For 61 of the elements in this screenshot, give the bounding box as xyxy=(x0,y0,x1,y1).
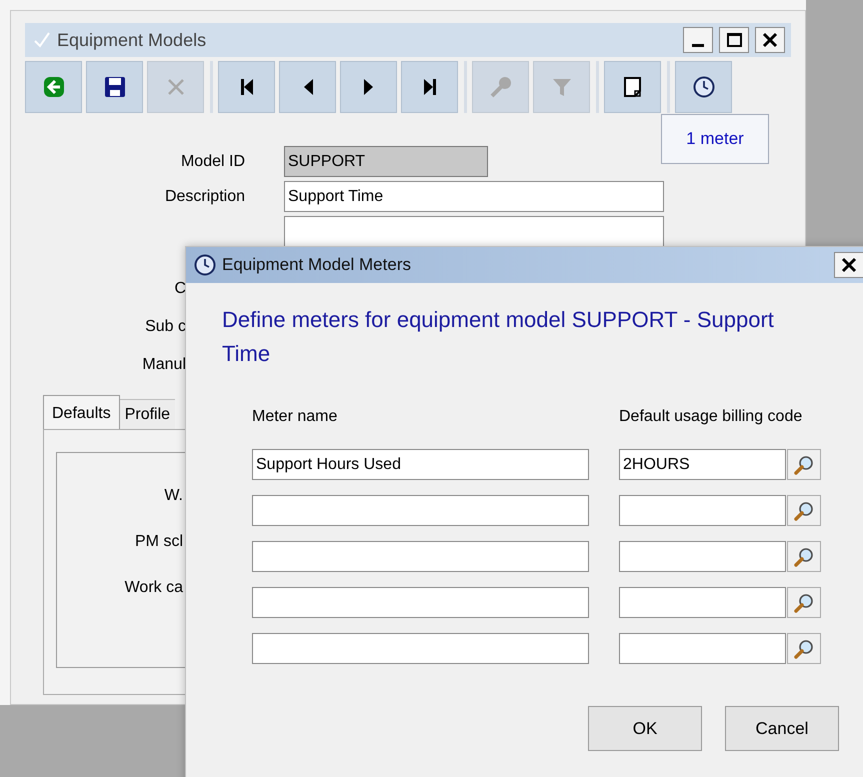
meter-name-field[interactable] xyxy=(252,495,589,526)
lookup-button[interactable] xyxy=(787,633,821,664)
triangle-right-icon xyxy=(362,77,376,97)
toolbar-button[interactable] xyxy=(218,61,275,113)
toolbar-button[interactable] xyxy=(340,61,397,113)
lookup-button[interactable] xyxy=(787,587,821,618)
meter-name-field[interactable] xyxy=(252,587,589,618)
meter-name-field[interactable] xyxy=(252,633,589,664)
toolbar-button[interactable] xyxy=(86,61,143,113)
text-field[interactable]: Support Time xyxy=(284,181,664,212)
billing-code-field[interactable] xyxy=(619,587,786,618)
clock-icon xyxy=(194,254,216,276)
billing-code-field[interactable] xyxy=(619,633,786,664)
billing-code-field[interactable]: 2HOURS xyxy=(619,449,786,480)
checkmark-icon xyxy=(33,31,51,49)
filter-icon xyxy=(550,76,572,98)
toolbar-button[interactable] xyxy=(279,61,336,113)
toolbar-button[interactable] xyxy=(675,61,732,113)
field-label: Sub c xyxy=(145,317,186,337)
billing-code-field[interactable] xyxy=(619,495,786,526)
field-label: Work ca xyxy=(124,578,183,598)
toolbar-button[interactable] xyxy=(401,61,458,113)
dialog-button[interactable]: Cancel xyxy=(725,706,839,751)
page-icon xyxy=(622,76,642,98)
field-label: C xyxy=(174,279,186,299)
billing-code-field[interactable] xyxy=(619,541,786,572)
minimize-button[interactable] xyxy=(683,27,713,53)
text-field[interactable] xyxy=(284,216,664,247)
lookup-button[interactable] xyxy=(787,541,821,572)
magnifier-icon xyxy=(793,454,815,476)
magnifier-icon xyxy=(793,592,815,614)
text-field[interactable]: SUPPORT xyxy=(284,146,488,177)
close-icon xyxy=(841,257,857,273)
dialog-button[interactable]: OK xyxy=(588,706,702,751)
column-header: Meter name xyxy=(252,407,338,427)
close-button[interactable] xyxy=(755,27,785,53)
column-header: Default usage billing code xyxy=(619,407,802,427)
magnifier-icon xyxy=(793,638,815,660)
field-label: W. xyxy=(164,486,183,506)
dialog-heading: Define meters for equipment model SUPPORT - Support Time xyxy=(222,306,775,368)
lookup-button[interactable] xyxy=(787,449,821,480)
close-icon xyxy=(762,32,778,48)
toolbar-button[interactable] xyxy=(604,61,661,113)
clock-icon xyxy=(692,76,714,98)
maximize-button[interactable] xyxy=(719,27,749,53)
field-label: Model ID xyxy=(180,152,245,172)
field-label: PM scl xyxy=(135,532,183,552)
close-button[interactable] xyxy=(834,252,863,278)
tab[interactable]: Defaults xyxy=(43,395,120,429)
field-label: Description xyxy=(164,186,245,206)
window-title: Equipment Models xyxy=(57,28,208,52)
meter-name-field[interactable]: Support Hours Used xyxy=(252,449,589,480)
lookup-button[interactable] xyxy=(787,495,821,526)
meter-name-field[interactable] xyxy=(252,541,589,572)
magnifier-icon xyxy=(793,500,815,522)
field-label: Manul xyxy=(142,355,186,375)
magnifier-icon xyxy=(793,546,815,568)
meter-count-button[interactable]: 1 meter xyxy=(661,114,769,164)
dialog-title: Equipment Model Meters xyxy=(222,254,412,276)
key-icon xyxy=(488,75,512,99)
tab[interactable]: Profile xyxy=(120,399,176,429)
